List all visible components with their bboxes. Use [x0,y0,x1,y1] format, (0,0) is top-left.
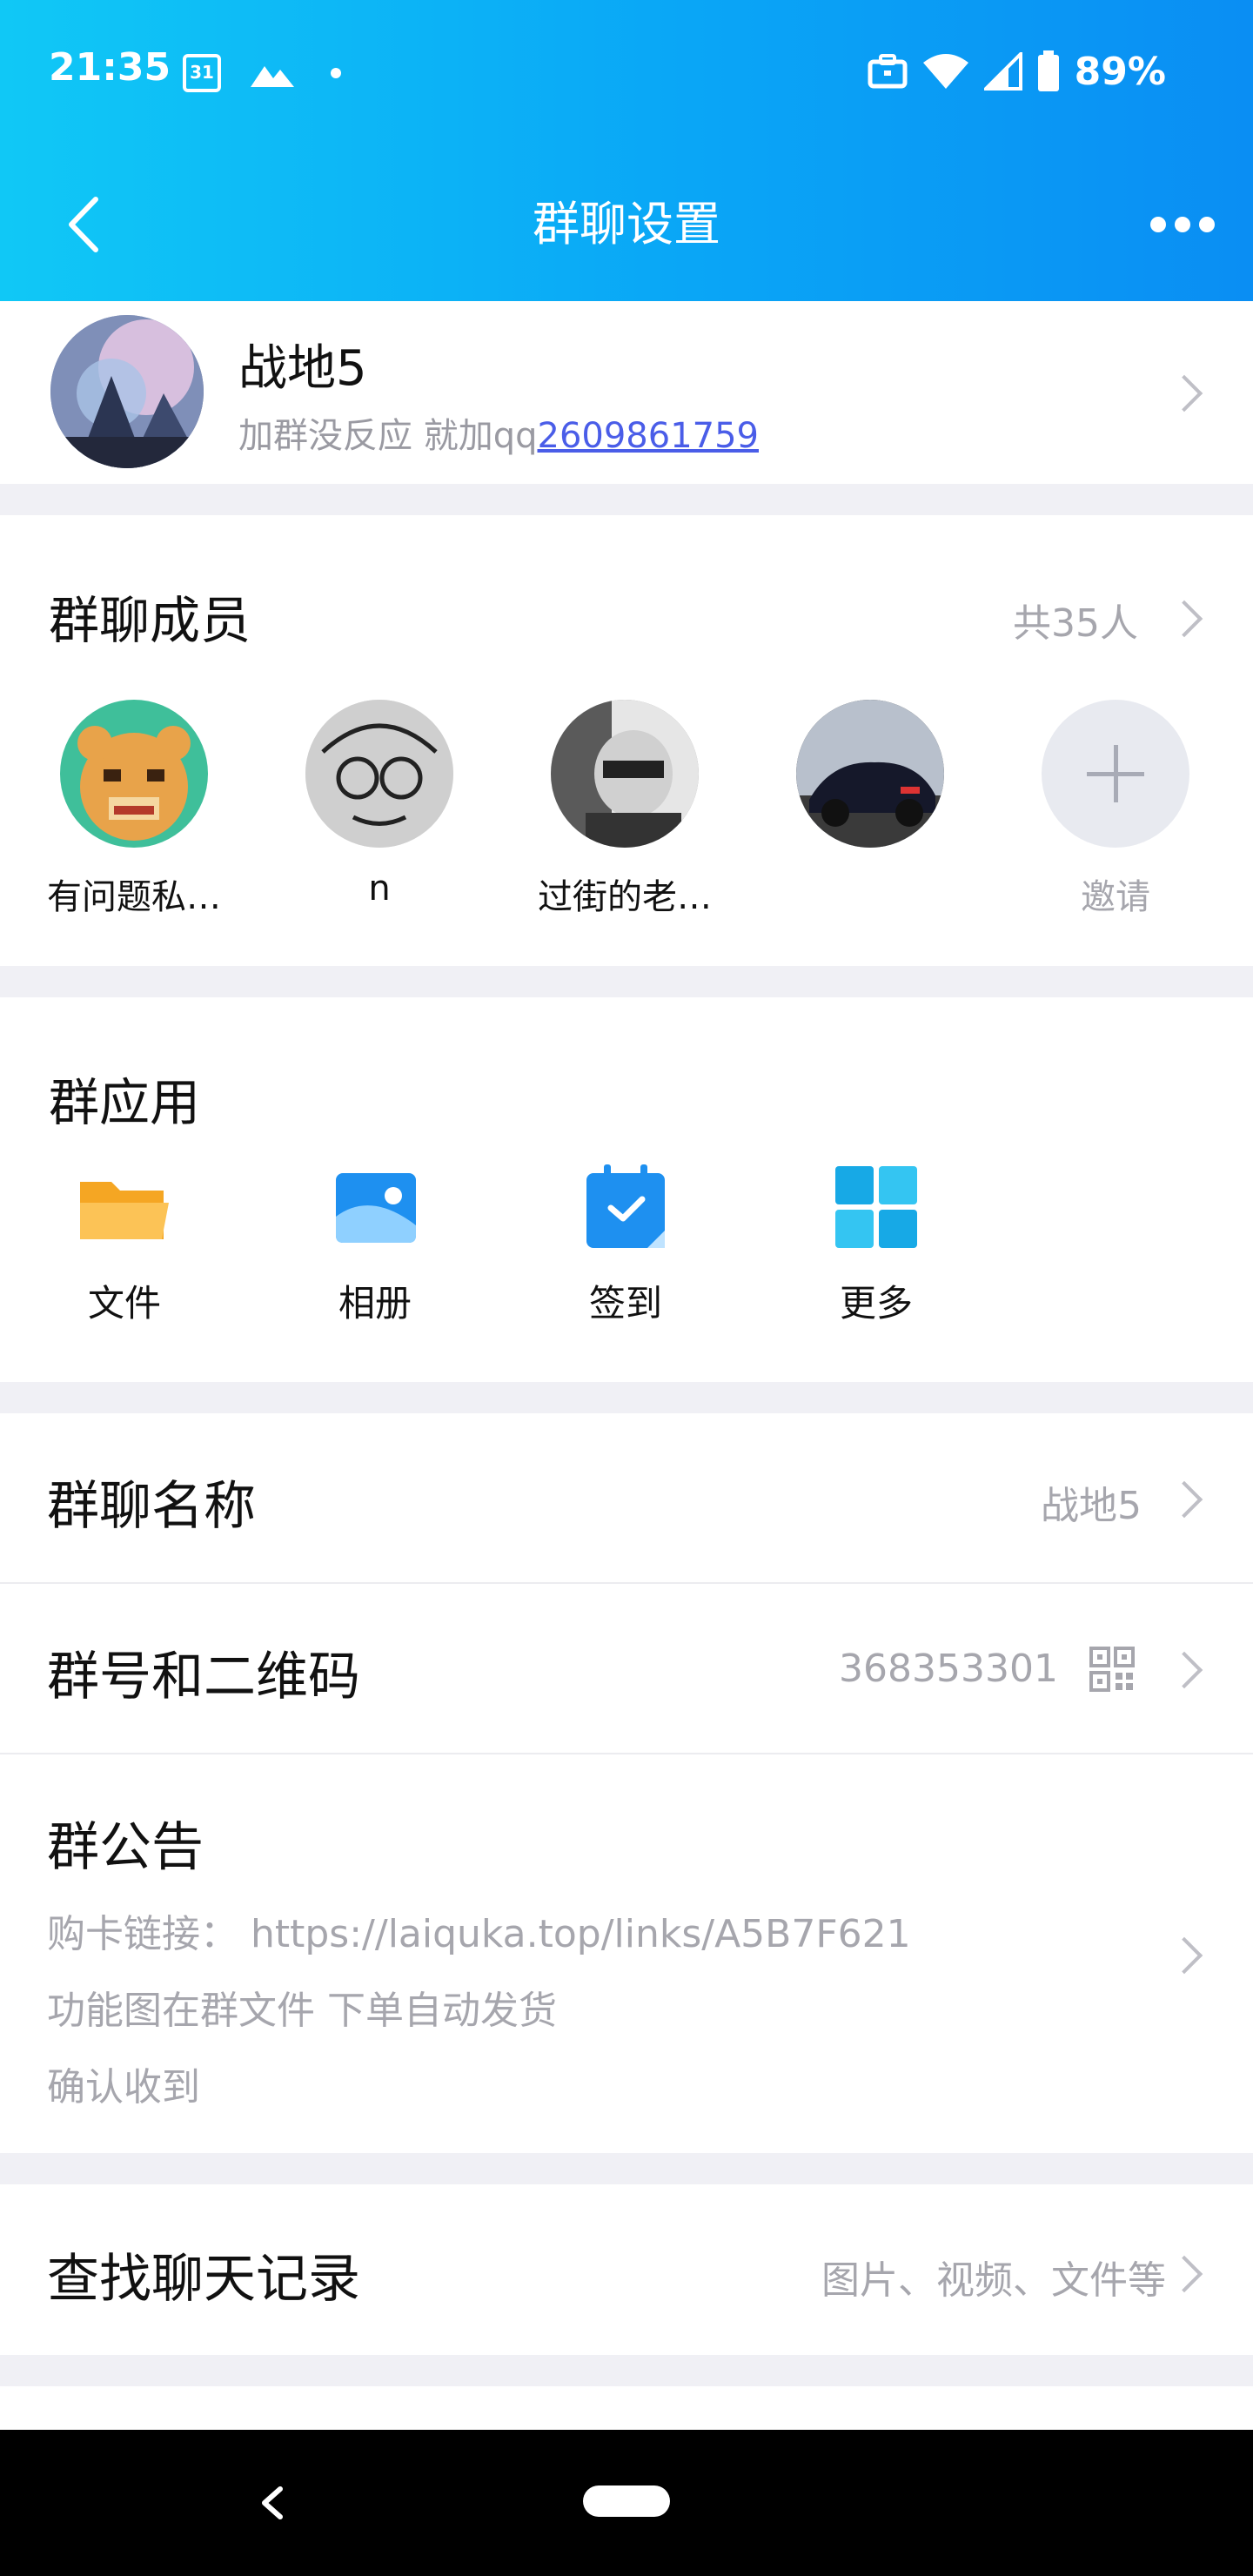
app-files[interactable]: 文件 [59,1164,190,1327]
more-dot-icon [1199,217,1215,232]
page-title: 群聊设置 [533,197,720,252]
status-right: 89% [868,45,1166,97]
announcement-line: 购卡链接： https://laiquka.top/links/A5B7F621 [47,1912,911,1956]
calendar-icon: 31 [183,54,221,92]
group-description: 加群没反应 就加qq2609861759 [238,407,759,458]
nav-bar: 群聊设置 [0,165,1253,287]
member-item[interactable]: 过街的老… [538,700,712,919]
more-dot-icon [1150,217,1166,232]
row-search-history-value: 图片、视频、文件等 [821,2258,1166,2303]
member-item[interactable]: 有问题私… [47,700,221,919]
system-back-icon[interactable] [254,2473,289,2532]
photo-album-icon [327,1164,423,1251]
member-avatar [305,700,453,848]
home-pill[interactable] [583,2485,670,2517]
signal-icon [983,52,1022,91]
more-grid-icon [828,1164,924,1251]
notification-dot-icon [331,68,341,78]
battery-icon [1037,50,1059,91]
member-item[interactable] [783,700,957,869]
status-time: 21:35 [49,45,171,90]
qr-code-icon[interactable] [1089,1647,1135,1692]
announcement-line: 确认收到 [47,2065,200,2110]
more-dot-icon [1175,217,1190,232]
member-avatar [551,700,699,848]
app-label: 文件 [87,1282,161,1325]
header: 21:35 31 89% 群聊设置 [0,0,1253,301]
folder-icon [77,1164,172,1251]
member-avatar [60,700,208,848]
app-more[interactable]: 更多 [811,1164,941,1327]
photos-icon [251,66,294,87]
work-profile-icon [868,54,908,89]
member-item[interactable]: n [292,700,466,909]
announcement-line: 功能图在群文件 下单自动发货 [47,1989,557,2033]
invite-button[interactable]: 邀请 [1029,700,1203,919]
apps-title: 群应用 [49,1073,201,1132]
group-name: 战地5 [238,340,367,397]
system-nav-bar [0,2430,1253,2576]
invite-label: 邀请 [1081,877,1150,917]
row-group-name-label: 群聊名称 [47,1476,256,1537]
battery-percent: 89% [1074,49,1166,94]
row-announcement-label: 群公告 [47,1817,204,1878]
wifi-icon [922,54,968,89]
group-description-text: 加群没反应 就加qq [238,416,538,456]
member-name: 过街的老… [538,877,712,917]
row-group-number-label: 群号和二维码 [47,1647,360,1707]
check-in-calendar-icon [578,1164,673,1251]
member-name: 有问题私… [47,877,221,917]
plus-icon [1042,700,1189,848]
app-label: 更多 [839,1282,913,1325]
member-avatar [796,700,944,848]
row-group-name-value: 战地5 [1041,1484,1142,1528]
members-count[interactable]: 共35人 [1013,592,1138,647]
row-group-number-value: 368353301 [839,1647,1058,1691]
app-album[interactable]: 相册 [310,1164,440,1327]
status-bar: 21:35 31 89% [0,0,1253,148]
more-button[interactable] [1143,191,1222,258]
row-search-history-label: 查找聊天记录 [47,2249,360,2310]
app-label: 相册 [338,1282,412,1325]
qq-number-link[interactable]: 2609861759 [538,416,760,456]
group-avatar[interactable] [50,315,204,468]
app-label: 签到 [588,1282,662,1325]
members-title: 群聊成员 [49,591,251,650]
group-avatar-image [50,315,204,468]
app-check-in[interactable]: 签到 [560,1164,691,1327]
member-name: n [368,869,391,909]
